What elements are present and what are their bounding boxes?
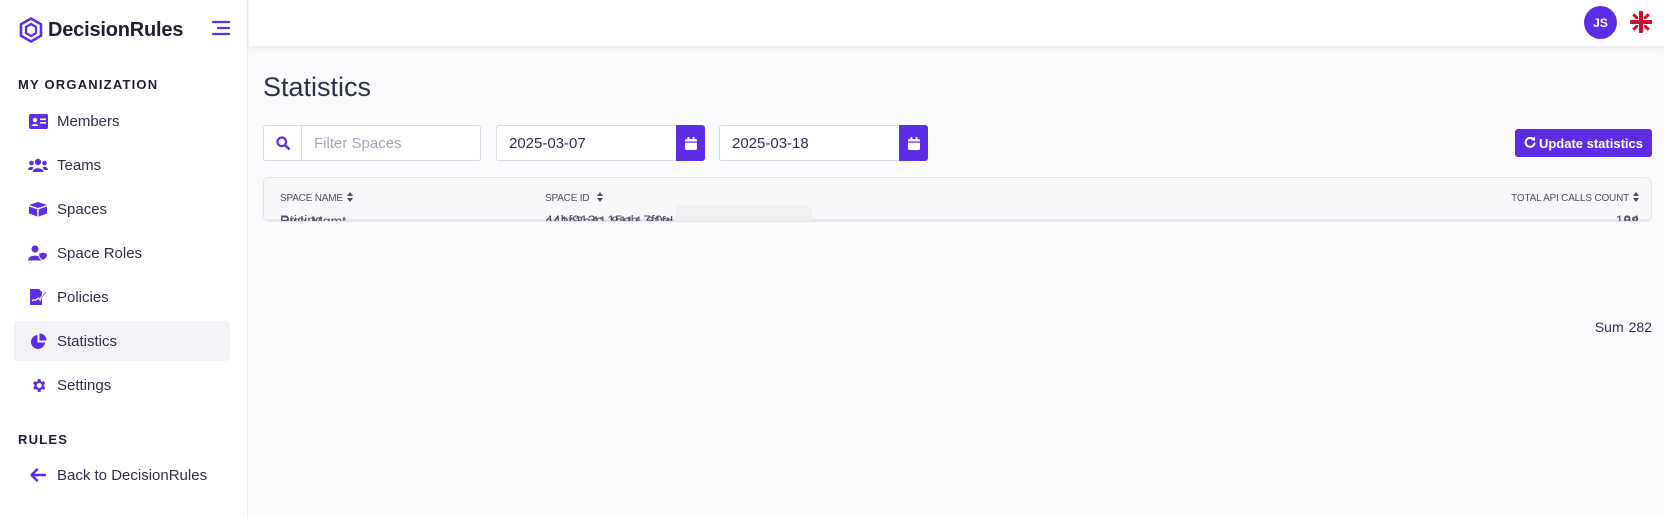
column-header-space-id[interactable]: SPACE ID [545,192,604,205]
sum-label: Sum [1594,319,1624,335]
sidebar-item-space-roles[interactable]: Space Roles [14,233,230,273]
calendar-icon[interactable] [899,125,928,161]
page-title: Statistics [263,72,372,102]
sidebar-item-label: Spaces [57,200,108,218]
gear-icon [28,375,48,395]
avatar[interactable]: JS [1584,6,1617,39]
section-title-rules: RULES [18,432,69,447]
redacted-block [678,207,812,221]
sidebar-item-statistics[interactable]: Statistics [14,321,230,361]
sort-icon [597,192,604,205]
column-header-label: SPACE NAME [280,193,343,204]
update-statistics-button[interactable]: Update statistics [1514,129,1652,157]
user-shield-icon [28,243,48,263]
arrow-left-icon [28,465,48,485]
update-statistics-label: Update statistics [1538,135,1643,151]
sidebar-item-settings[interactable]: Settings [14,365,230,405]
space-id-text: a41c3a41-8114-61fd- [545,213,678,222]
id-card-icon [28,111,48,131]
sidebar-item-label: Teams [57,156,102,174]
filter-spaces-input[interactable] [301,125,481,161]
statistics-table: SPACE NAME SPACE ID TOTAL API CALLS COUN… [263,177,1652,222]
sidebar-item-members[interactable]: Members [14,101,230,141]
section-title-organization: MY ORGANIZATION [18,77,159,92]
sort-icon [346,192,353,205]
date-from-input[interactable] [496,125,676,161]
sum-total: Sum 282 [1595,319,1652,335]
sidebar-item-back[interactable]: Back to DecisionRules [14,455,230,495]
sidebar-item-label: Policies [57,288,109,306]
sidebar-item-teams[interactable]: Teams [14,145,230,185]
users-icon [28,155,48,175]
date-from-group [496,125,705,161]
sidebar-item-spaces[interactable]: Spaces [14,189,230,229]
column-header-space-name[interactable]: SPACE NAME [280,192,353,205]
table-row[interactable]: Pricing 44bf913c-15eb-7f0a- 184 [264,206,1651,221]
column-header-label: TOTAL API CALLS COUNT [1511,193,1629,204]
calendar-icon[interactable] [676,125,705,161]
cell-api-calls: 98 [1623,213,1639,222]
cell-space-id: a41c3a41-8114-61fd- [545,207,812,222]
hexagon-logo-icon [18,16,44,44]
cell-space-name: Risk Mgmt [280,213,347,222]
menu-toggle-icon[interactable] [210,18,232,38]
sidebar-item-label: Members [57,112,120,130]
sidebar-item-label: Back to DecisionRules [57,466,208,484]
sort-icon [1633,192,1639,205]
sidebar-item-label: Settings [57,376,112,394]
box-icon [28,199,48,219]
sidebar-item-label: Space Roles [57,244,143,262]
refresh-icon [1524,135,1536,151]
table-header: SPACE NAME SPACE ID TOTAL API CALLS COUN… [264,178,1651,220]
date-to-group [719,125,928,161]
uk-flag-icon[interactable] [1630,11,1652,33]
date-to-input[interactable] [719,125,899,161]
search-icon[interactable] [263,125,301,161]
logo[interactable]: DecisionRules [18,16,183,44]
sidebar-item-label: Statistics [57,332,118,350]
column-header-total-api-calls[interactable]: TOTAL API CALLS COUNT [1511,192,1639,205]
filter-spaces-group [263,125,481,161]
app-name: DecisionRules [48,18,184,41]
sidebar-item-policies[interactable]: Policies [14,277,230,317]
sidebar: DecisionRules MY ORGANIZATION Members Te… [0,0,248,518]
column-header-label: SPACE ID [545,193,590,204]
file-signature-icon [28,287,48,307]
pie-chart-icon [28,331,48,351]
top-bar: JS [249,0,1664,46]
sum-value: 282 [1628,319,1652,335]
